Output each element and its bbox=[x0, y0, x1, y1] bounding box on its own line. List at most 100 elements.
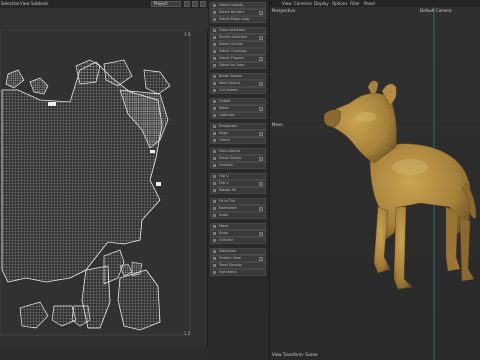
tool-label: Select Islands bbox=[219, 3, 244, 7]
tool-option-box[interactable] bbox=[259, 57, 263, 61]
tool-option-box[interactable] bbox=[259, 11, 263, 15]
tool-button-28[interactable]: Snap bbox=[210, 230, 266, 237]
tool-icon bbox=[213, 82, 216, 85]
tool-icon bbox=[213, 11, 216, 14]
tool-button-19[interactable]: Stack Similar bbox=[210, 155, 266, 162]
project-dropdown[interactable]: Project bbox=[151, 1, 181, 7]
tool-label: Unstack bbox=[219, 163, 234, 167]
tool-button-24[interactable]: Fit to Tile bbox=[210, 198, 266, 205]
tool-label: Select Overlaps bbox=[219, 49, 247, 53]
viewport-scene[interactable] bbox=[270, 7, 480, 360]
vp-menu-cameras[interactable]: Cameras bbox=[294, 1, 312, 6]
tool-button-17[interactable]: Orient bbox=[210, 137, 266, 144]
tool-option-box[interactable] bbox=[259, 107, 263, 111]
tool-label: Flip U bbox=[219, 174, 229, 178]
tool-option-box[interactable] bbox=[259, 132, 263, 136]
tool-button-1[interactable]: Select Borders bbox=[210, 9, 266, 16]
tool-button-32[interactable]: Texel Density bbox=[210, 262, 266, 269]
camera-label[interactable]: Default Camera bbox=[420, 8, 452, 13]
tool-button-26[interactable]: Scale bbox=[210, 212, 266, 219]
uv-island-bottom-1 bbox=[19, 301, 49, 329]
tool-option-box[interactable] bbox=[259, 82, 263, 86]
settings-icon[interactable] bbox=[200, 1, 206, 7]
tool-label: Stretch View bbox=[219, 256, 242, 260]
tool-button-16[interactable]: Align bbox=[210, 130, 266, 137]
menu-selection[interactable]: Selection bbox=[1, 1, 19, 6]
tool-icon bbox=[213, 150, 216, 153]
menu-view[interactable]: View bbox=[20, 1, 30, 6]
tool-option-box[interactable] bbox=[259, 207, 263, 211]
tool-icon bbox=[213, 225, 216, 228]
uv-island-small-1 bbox=[48, 102, 56, 106]
tool-icon bbox=[213, 75, 216, 78]
vp-menu-view[interactable]: View bbox=[282, 1, 292, 6]
tool-button-11[interactable]: Cut Seams bbox=[210, 87, 266, 94]
tool-button-30[interactable]: Distortion bbox=[210, 248, 266, 255]
tool-button-12[interactable]: Unfold bbox=[210, 98, 266, 105]
tool-button-9[interactable]: Break Seams bbox=[210, 73, 266, 80]
tool-icon bbox=[213, 182, 216, 185]
tool-button-27[interactable]: Move bbox=[210, 223, 266, 230]
tool-label: Relax bbox=[219, 106, 229, 110]
tool-icon bbox=[213, 114, 216, 117]
tool-icon bbox=[213, 43, 216, 46]
tool-label: Stack Similar bbox=[219, 156, 242, 160]
uv-canvas[interactable]: 1.0 1.0 bbox=[0, 29, 208, 348]
uv-island-ear-right bbox=[29, 77, 49, 95]
tool-button-33[interactable]: Symmetry bbox=[210, 269, 266, 276]
tool-button-13[interactable]: Relax bbox=[210, 105, 266, 112]
uv-header bbox=[0, 8, 208, 30]
tool-icon bbox=[213, 257, 216, 260]
tool-label: Symmetry bbox=[219, 270, 238, 274]
tool-label: Scale bbox=[219, 213, 229, 217]
menu-subtools[interactable]: Subtools bbox=[31, 1, 48, 6]
tool-icon bbox=[213, 175, 216, 178]
tool-button-21[interactable]: Flip U bbox=[210, 173, 266, 180]
tool-option-box[interactable] bbox=[259, 182, 263, 186]
tool-label: Move bbox=[219, 224, 229, 228]
tool-icon bbox=[213, 64, 216, 67]
tool-option-box[interactable] bbox=[259, 257, 263, 261]
tool-button-15[interactable]: Straighten bbox=[210, 123, 266, 130]
tool-option-box[interactable] bbox=[259, 157, 263, 161]
grid-icon[interactable] bbox=[192, 1, 198, 7]
tool-button-4[interactable]: Shrink Selection bbox=[210, 34, 266, 41]
tool-button-5[interactable]: Select Similar bbox=[210, 41, 266, 48]
tool-button-0[interactable]: Select Islands bbox=[210, 2, 266, 9]
tool-label: Select Flipped bbox=[219, 56, 244, 60]
app-window: Selection View Subtools Project 1.0 1.0 … bbox=[0, 0, 480, 360]
tool-label: Select by Area bbox=[219, 63, 245, 67]
tool-label: Cut Seams bbox=[219, 88, 238, 92]
vp-menu-options[interactable]: Options bbox=[332, 1, 347, 6]
tool-button-18[interactable]: Pack Islands bbox=[210, 148, 266, 155]
tool-button-10[interactable]: Weld Seams bbox=[210, 80, 266, 87]
tool-button-31[interactable]: Stretch View bbox=[210, 255, 266, 262]
tool-label: Fit to Tile bbox=[219, 199, 235, 203]
tool-icon bbox=[213, 50, 216, 53]
tool-button-14[interactable]: Optimize bbox=[210, 112, 266, 119]
tool-button-7[interactable]: Select Flipped bbox=[210, 55, 266, 62]
tool-button-8[interactable]: Select by Area bbox=[210, 62, 266, 69]
tool-button-2[interactable]: Select Edge Loop bbox=[210, 16, 266, 23]
tool-button-29[interactable]: Checker bbox=[210, 237, 266, 244]
tool-option-box[interactable] bbox=[259, 232, 263, 236]
vp-menu-panel[interactable]: Panel bbox=[364, 1, 375, 6]
tool-option-box[interactable] bbox=[259, 36, 263, 40]
tool-button-22[interactable]: Flip V bbox=[210, 180, 266, 187]
tool-label: Normalize bbox=[219, 206, 237, 210]
tool-button-23[interactable]: Rotate 90 bbox=[210, 187, 266, 194]
tool-icon bbox=[213, 207, 216, 210]
tool-button-20[interactable]: Unstack bbox=[210, 162, 266, 169]
tool-label: Select Similar bbox=[219, 42, 244, 46]
tool-button-3[interactable]: Grow Selection bbox=[210, 27, 266, 34]
lock-icon[interactable] bbox=[184, 1, 190, 7]
vp-menu-filter[interactable]: Filter bbox=[350, 1, 360, 6]
tool-button-6[interactable]: Select Overlaps bbox=[210, 48, 266, 55]
tool-button-25[interactable]: Normalize bbox=[210, 205, 266, 212]
viewport-svg bbox=[270, 7, 480, 360]
uv-editor-panel: Selection View Subtools Project 1.0 1.0 bbox=[0, 0, 208, 360]
vp-menu-display[interactable]: Display bbox=[314, 1, 329, 6]
tool-label: Texel Density bbox=[219, 263, 243, 267]
uv-corner-bottom: 1.0 bbox=[184, 331, 191, 336]
tool-icon bbox=[213, 18, 216, 21]
